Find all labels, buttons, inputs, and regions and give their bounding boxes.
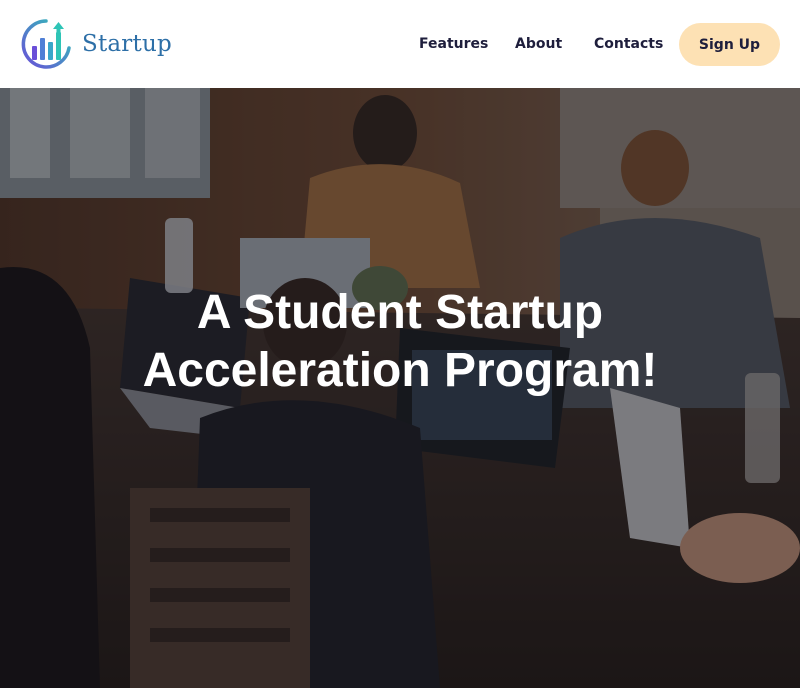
brand-name: Startup <box>82 31 172 57</box>
site-header: Startup Features About Contacts Sign Up <box>0 0 800 88</box>
hero-title: A Student Startup Acceleration Program! <box>0 284 800 400</box>
hero-section: A Student Startup Acceleration Program! <box>0 88 800 688</box>
nav-link-features[interactable]: Features <box>419 36 488 52</box>
sign-up-button[interactable]: Sign Up <box>679 23 780 66</box>
bar-chart-arrow-logo-icon <box>21 19 71 69</box>
brand-logo[interactable]: Startup <box>18 18 172 70</box>
nav-link-contacts[interactable]: Contacts <box>594 36 663 52</box>
hero-title-line-2: Acceleration Program! <box>142 344 658 397</box>
hero-title-line-1: A Student Startup <box>196 286 604 339</box>
nav-link-about[interactable]: About <box>515 36 562 52</box>
